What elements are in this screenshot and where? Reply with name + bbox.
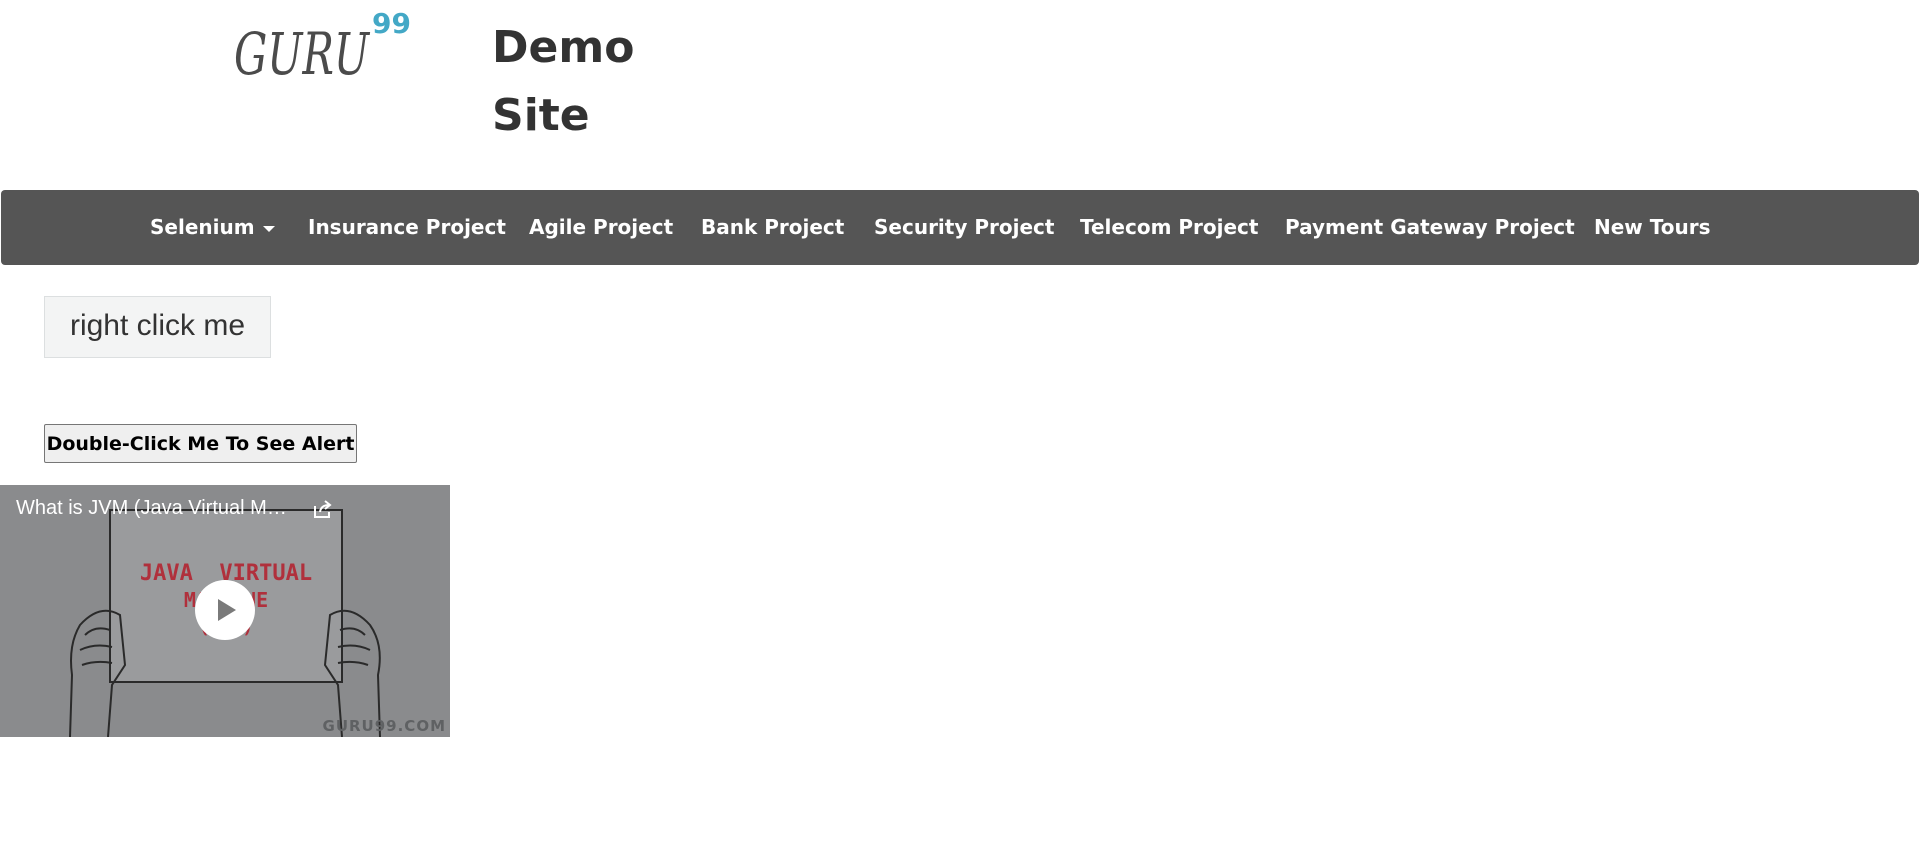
right-click-me-button[interactable]: right click me: [44, 296, 271, 358]
share-icon[interactable]: [312, 498, 334, 520]
double-click-alert-button[interactable]: Double-Click Me To See Alert: [44, 424, 357, 463]
caret-down-icon: [262, 225, 275, 232]
nav-item-security-project[interactable]: Security Project: [874, 190, 1054, 265]
nav-item-label: Payment Gateway Project: [1285, 215, 1575, 239]
logo-superscript: 99: [372, 8, 411, 40]
nav-item-label: Security Project: [874, 215, 1055, 239]
nav-item-bank-project[interactable]: Bank Project: [701, 190, 844, 265]
site-title: Demo Site: [492, 22, 635, 141]
main-navbar: Selenium Insurance Project Agile Project…: [1, 190, 1919, 265]
nav-item-insurance-project[interactable]: Insurance Project: [308, 190, 506, 265]
nav-item-selenium[interactable]: Selenium: [150, 190, 275, 265]
nav-item-payment-gateway-project[interactable]: Payment Gateway Project: [1285, 190, 1575, 265]
nav-list: Selenium Insurance Project Agile Project…: [1, 190, 1919, 265]
nav-item-label: Bank Project: [701, 215, 845, 239]
logo-brand-text: GURU: [234, 20, 371, 88]
video-watermark: GURU99.COM: [322, 717, 446, 735]
logo[interactable]: GURU 99: [232, 8, 412, 88]
nav-item-label: Insurance Project: [308, 215, 506, 239]
nav-item-label: Agile Project: [529, 215, 674, 239]
nav-item-label: New Tours: [1594, 215, 1711, 239]
play-icon[interactable]: [195, 580, 255, 640]
nav-item-agile-project[interactable]: Agile Project: [529, 190, 673, 265]
nav-item-label: Selenium: [150, 215, 255, 239]
nav-item-new-tours[interactable]: New Tours: [1594, 190, 1710, 265]
video-embed[interactable]: JAVA VIRTUAL MACHINE (JVM) What is JVM (…: [0, 485, 450, 737]
nav-item-label: Telecom Project: [1080, 215, 1259, 239]
video-title[interactable]: What is JVM (Java Virtual Machine): [16, 497, 296, 520]
nav-item-telecom-project[interactable]: Telecom Project: [1080, 190, 1258, 265]
